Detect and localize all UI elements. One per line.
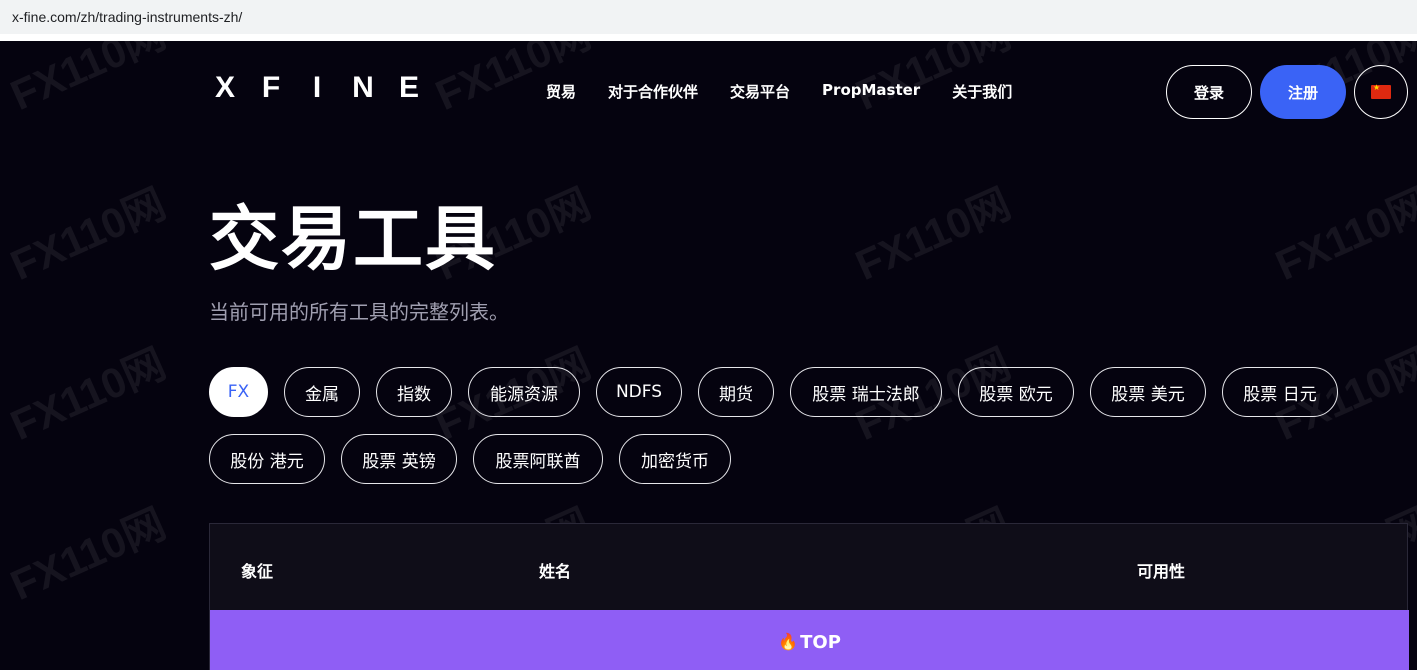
chip-metals[interactable]: 金属 (284, 367, 360, 417)
chip-stocks-gbp[interactable]: 股票 英镑 (341, 434, 457, 484)
watermark: FX110网 (3, 339, 173, 449)
chip-crypto[interactable]: 加密货币 (619, 434, 731, 484)
url-text: x-fine.com/zh/trading-instruments-zh/ (12, 9, 243, 25)
chip-stocks-eur[interactable]: 股票 欧元 (958, 367, 1074, 417)
chip-indices[interactable]: 指数 (376, 367, 452, 417)
nav-item-trade[interactable]: 贸易 (546, 81, 576, 102)
page: FX110网 FX110网 FX110网 FX110网 FX110网 FX110… (0, 41, 1417, 670)
nav-item-propmaster[interactable]: PropMaster (822, 81, 920, 102)
language-button[interactable] (1354, 65, 1408, 119)
nav-item-about[interactable]: 关于我们 (952, 81, 1012, 102)
chip-fx[interactable]: FX (209, 367, 268, 417)
top-group-row[interactable]: 🔥 TOP (210, 610, 1409, 670)
column-header-availability: 可用性 (1137, 562, 1186, 581)
login-button[interactable]: 登录 (1166, 65, 1252, 119)
browser-url-bar[interactable]: x-fine.com/zh/trading-instruments-zh/ (0, 0, 1417, 34)
watermark: FX110网 (848, 179, 1018, 289)
top-row-label: TOP (800, 631, 841, 653)
chip-stocks-jpy[interactable]: 股票 日元 (1222, 367, 1338, 417)
logo-letter: I (312, 71, 322, 104)
chip-futures[interactable]: 期货 (698, 367, 774, 417)
page-title: 交易工具 (209, 198, 497, 280)
logo[interactable]: X F I N E (209, 71, 425, 104)
chip-shares-hkd[interactable]: 股份 港元 (209, 434, 325, 484)
chip-ndfs[interactable]: NDFS (596, 367, 682, 417)
watermark: FX110网 (3, 41, 173, 119)
page-subtitle: 当前可用的所有工具的完整列表。 (209, 300, 509, 324)
instruments-table: 象征 姓名 可用性 🔥 TOP (209, 523, 1409, 670)
logo-letter: E (398, 71, 419, 104)
nav-item-partners[interactable]: 对于合作伙伴 (608, 81, 698, 102)
watermark: FX110网 (3, 499, 173, 609)
logo-letter: X (214, 71, 235, 104)
chip-stocks-chf[interactable]: 股票 瑞士法郎 (790, 367, 942, 417)
chip-stocks-aed[interactable]: 股票阿联酋 (473, 434, 603, 484)
watermark: FX110网 (3, 179, 173, 289)
chip-energy[interactable]: 能源资源 (468, 367, 580, 417)
logo-letter: F (261, 71, 281, 104)
watermark: FX110网 (1268, 179, 1417, 289)
fire-icon: 🔥 (778, 632, 799, 651)
main-nav: 贸易 对于合作伙伴 交易平台 PropMaster 关于我们 (546, 81, 1012, 102)
column-header-name: 姓名 (539, 562, 572, 581)
china-flag-icon (1371, 83, 1391, 99)
browser-divider (0, 34, 1417, 41)
chip-stocks-usd[interactable]: 股票 美元 (1090, 367, 1206, 417)
column-header-symbol: 象征 (241, 562, 274, 581)
register-button[interactable]: 注册 (1260, 65, 1346, 119)
nav-item-platforms[interactable]: 交易平台 (730, 81, 790, 102)
logo-letter: N (352, 71, 374, 104)
